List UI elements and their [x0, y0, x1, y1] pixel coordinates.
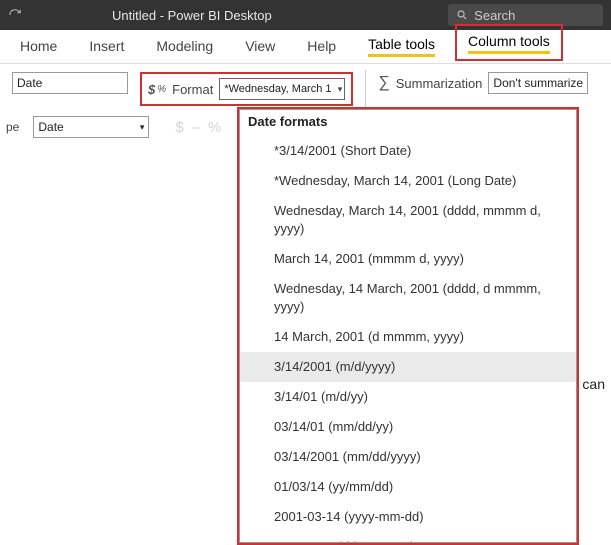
date-format-option[interactable]: *3/14/2001 (Short Date): [240, 136, 576, 166]
date-format-option[interactable]: 3/14/2001 (m/d/yyyy): [240, 352, 576, 382]
format-symbol-icon: $%: [148, 82, 166, 97]
datatype-value: Date: [38, 120, 63, 134]
summarization-label: Summarization: [396, 76, 483, 91]
dash: –: [192, 119, 200, 136]
summarization-group: ∑ Summarization Don't summarize: [378, 72, 588, 94]
currency-button[interactable]: $: [175, 119, 183, 136]
date-format-option[interactable]: 2001-03-14 (yyyy-mm-dd): [240, 502, 576, 532]
dropdown-list: *3/14/2001 (Short Date)*Wednesday, March…: [240, 136, 576, 542]
date-format-option[interactable]: Wednesday, 14 March, 2001 (dddd, d mmmm,…: [240, 274, 576, 322]
format-dropdown[interactable]: *Wednesday, March 1 ▾: [219, 78, 345, 100]
search-box[interactable]: [448, 4, 603, 26]
date-format-dropdown-panel: Date formats *3/14/2001 (Short Date)*Wed…: [237, 107, 579, 545]
datatype-label-fragment: pe: [6, 120, 19, 134]
date-format-option[interactable]: Wednesday, March 14, 2001 (dddd, mmmm d,…: [240, 196, 576, 244]
dropdown-header: Date formats: [240, 110, 576, 136]
tab-help[interactable]: Help: [295, 30, 348, 63]
tab-home[interactable]: Home: [8, 30, 69, 63]
date-format-option[interactable]: March 14, 2001 (mmmm d, yyyy): [240, 244, 576, 274]
highlight-column-tools: Column tools: [455, 24, 563, 61]
sigma-icon: ∑: [378, 74, 389, 92]
cutoff-text: can: [582, 376, 605, 392]
percent-button[interactable]: %: [208, 119, 221, 136]
format-label: Format: [172, 82, 213, 97]
date-format-option[interactable]: *Wednesday, March 14, 2001 (Long Date): [240, 166, 576, 196]
ribbon-tabs: Home Insert Modeling View Help Table too…: [0, 30, 611, 64]
window-title: Untitled - Power BI Desktop: [112, 8, 272, 23]
tab-view[interactable]: View: [233, 30, 287, 63]
tab-column-tools[interactable]: Column tools: [458, 27, 560, 58]
search-input[interactable]: [474, 8, 595, 23]
tab-modeling[interactable]: Modeling: [144, 30, 225, 63]
date-format-option[interactable]: 03/14/01 (mm/dd/yy): [240, 412, 576, 442]
chevron-down-icon: ▾: [338, 84, 343, 95]
tab-insert[interactable]: Insert: [77, 30, 136, 63]
date-format-option[interactable]: 01/03/14 (yy/mm/dd): [240, 472, 576, 502]
chevron-down-icon: ▾: [140, 122, 145, 133]
tab-table-tools[interactable]: Table tools: [356, 28, 447, 63]
column-name-input[interactable]: Date: [12, 72, 128, 94]
format-dropdown-value: *Wednesday, March 1: [224, 83, 331, 95]
date-format-option[interactable]: 03/14/2001 (mm/dd/yyyy): [240, 442, 576, 472]
highlight-format-group: $% Format *Wednesday, March 1 ▾: [140, 72, 353, 106]
number-format-buttons: $ – %: [175, 119, 221, 136]
date-format-option[interactable]: 3/14/01 (m/d/yy): [240, 382, 576, 412]
search-icon: [456, 8, 468, 22]
summarization-dropdown[interactable]: Don't summarize: [488, 72, 588, 94]
separator: [365, 70, 366, 110]
date-format-option[interactable]: 14 March, 2001 (d mmmm, yyyy): [240, 322, 576, 352]
datatype-dropdown[interactable]: Date ▾: [33, 116, 149, 138]
refresh-icon[interactable]: [8, 8, 22, 22]
